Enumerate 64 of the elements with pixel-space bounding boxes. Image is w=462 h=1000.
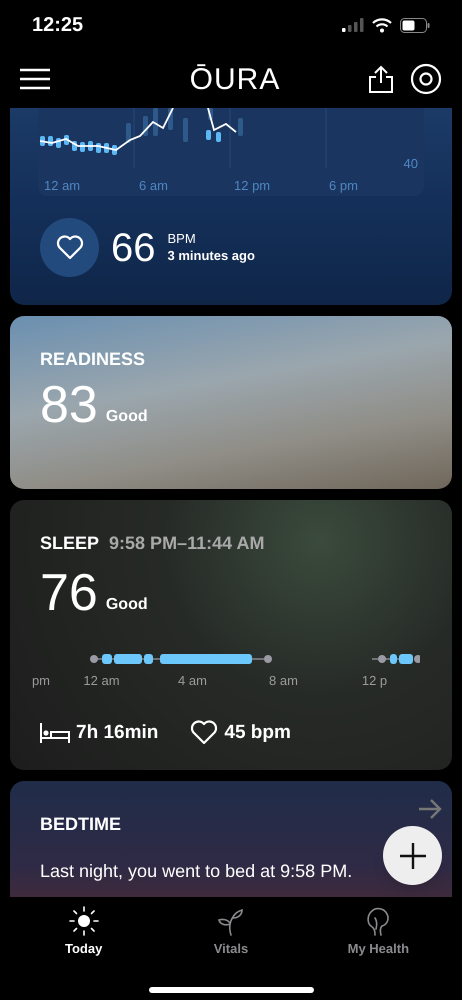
bedtime-title: BEDTIME [40, 813, 122, 836]
heart-rate-bar [80, 142, 85, 152]
sleep-score: 76 [40, 567, 98, 619]
menu-icon [20, 68, 50, 90]
bedtime-message: Last night, you went to bed at 9:58 PM. [40, 860, 354, 883]
sun-icon [68, 905, 100, 937]
ring-button[interactable] [410, 63, 442, 95]
heart-rate-bar [40, 136, 45, 146]
heart-rate-bar [56, 138, 61, 148]
battery-icon [400, 18, 430, 32]
readiness-score: 83 [40, 379, 98, 431]
sleep-rating: Good [106, 595, 148, 615]
sleep-card[interactable]: SLEEP 9:58 PM–11:44 AM 76 Good pm 12 am 4 am 8 am 12 p 7h 16min 45 bpm [10, 500, 452, 770]
share-button[interactable] [368, 65, 394, 93]
heart-rate-value: 66 [111, 228, 156, 268]
heart-rate-bar [72, 141, 77, 151]
plus-icon [400, 842, 426, 868]
app-logo: ŌURA [190, 62, 280, 98]
heart-rate-bar [104, 143, 109, 153]
sleep-period: 9:58 PM–11:44 AM [109, 532, 264, 555]
range-bar [153, 108, 158, 136]
range-bar [238, 118, 243, 136]
bed-icon [40, 722, 70, 743]
ring-icon [410, 63, 442, 95]
range-bar [168, 108, 173, 130]
heart-rate-updated: 3 minutes ago [168, 248, 255, 264]
sleep-title: SLEEP [40, 532, 100, 555]
time-axis-label: 12 am [44, 177, 82, 195]
heart-rate-unit: BPM [168, 231, 197, 248]
range-bar [183, 118, 188, 142]
time-axis-label: 12 am [82, 672, 121, 690]
wifi-icon [372, 18, 392, 32]
time-axis-label: pm [30, 672, 51, 690]
heart-rate-bar [48, 136, 53, 146]
heart-rate-bar [96, 143, 101, 153]
time-axis-label: 8 am [268, 672, 299, 690]
time-axis-label: 12 p [360, 672, 388, 690]
time-axis-label: 6 am [139, 177, 169, 195]
nav-tab[interactable]: My Health [328, 905, 428, 958]
time-axis-label: 6 pm [329, 177, 359, 195]
heart-icon [56, 235, 84, 260]
nav-tab[interactable]: Today [34, 905, 134, 958]
heart-rate-bar [206, 130, 211, 140]
signal-icon [342, 18, 364, 32]
nav-tab[interactable]: Vitals [180, 905, 281, 958]
heart-rate-bar [216, 132, 221, 142]
time-axis-label: 12 pm [234, 177, 272, 195]
readiness-title: READINESS [40, 348, 146, 371]
heart-icon [190, 720, 218, 746]
range-bar [143, 116, 148, 136]
time-axis-label: 4 am [177, 672, 208, 690]
bedtime-card[interactable]: BEDTIME Last night, you went to bed at 9:58 PM. [10, 781, 452, 897]
arrow-right-icon [418, 799, 442, 819]
share-icon [368, 65, 394, 93]
heart-rate-bar [88, 141, 93, 151]
range-bar [126, 123, 131, 143]
range-bar [208, 108, 213, 120]
status-time: 12:25 [32, 13, 84, 38]
readiness-rating: Good [106, 407, 148, 427]
heart-rate-bar [112, 145, 117, 155]
sleep-duration: 7h 16min [76, 720, 158, 744]
heart-rate-bar [64, 135, 69, 145]
sleep-heart-rate: 45 bpm [224, 720, 291, 744]
chart-scale-label: 40 [404, 155, 418, 173]
